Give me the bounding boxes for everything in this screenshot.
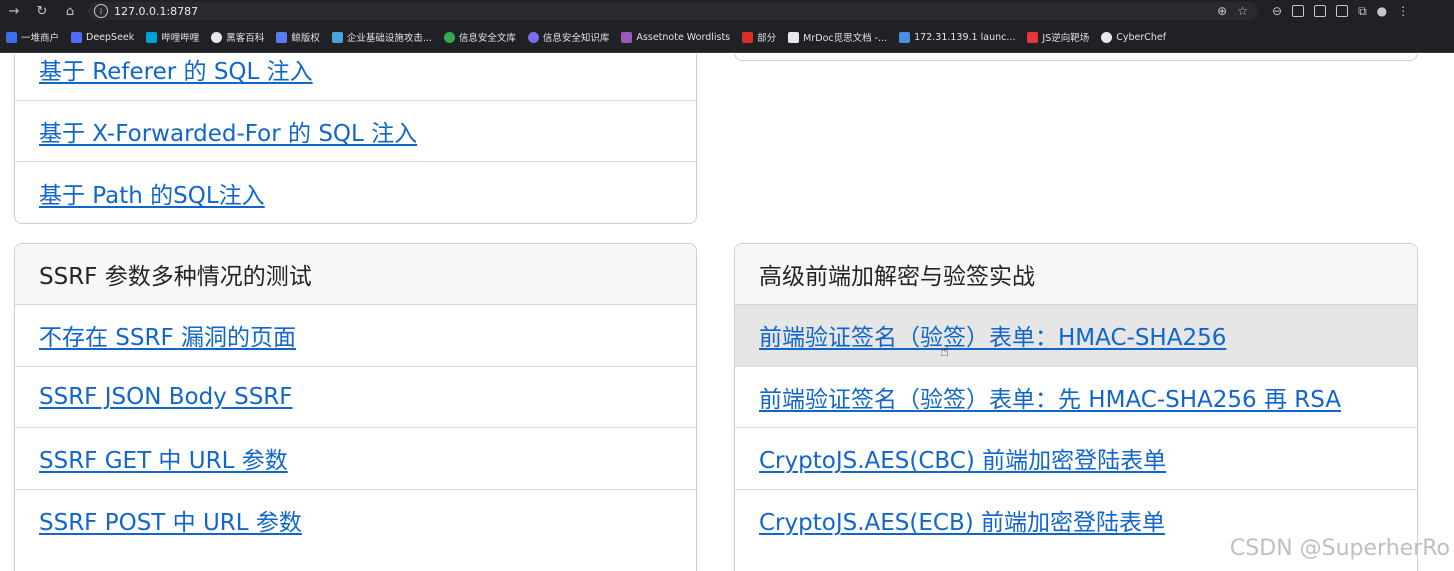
bookmark-favicon-icon bbox=[6, 31, 17, 43]
bookmark-item[interactable]: MrDoc觅思文档 -... bbox=[788, 30, 887, 44]
extension-square-icon[interactable] bbox=[1292, 5, 1305, 17]
list-item: 不存在 SSRF 漏洞的页面 bbox=[15, 305, 696, 367]
bookmarks-bar: 一堆商户 DeepSeek 哔哩哔哩 黑客百科 鲸版权 企业基础设施攻击... … bbox=[0, 22, 1454, 53]
bookmark-item[interactable]: 哔哩哔哩 bbox=[146, 30, 199, 44]
site-info-icon[interactable]: i bbox=[94, 4, 108, 18]
menu-icon[interactable]: ⋮ bbox=[1397, 4, 1409, 18]
extension-mask-icon[interactable] bbox=[1314, 5, 1327, 17]
list-item: SSRF GET 中 URL 参数 bbox=[15, 428, 696, 490]
bookmark-item[interactable]: DeepSeek bbox=[71, 31, 134, 43]
sql-injection-card: 基于 Referer 的 SQL 注入 基于 X-Forwarded-For 的… bbox=[14, 54, 697, 224]
extension-icon[interactable]: ⊖ bbox=[1272, 4, 1282, 18]
bookmark-item[interactable]: 企业基础设施攻击... bbox=[331, 30, 432, 44]
link-ssrf-post[interactable]: SSRF POST 中 URL 参数 bbox=[39, 503, 302, 537]
bookmark-favicon-icon bbox=[788, 31, 800, 43]
bookmark-item[interactable]: 黑客百科 bbox=[211, 30, 264, 44]
bookmark-favicon-icon bbox=[211, 31, 223, 43]
list-item: 基于 X-Forwarded-For 的 SQL 注入 bbox=[15, 101, 696, 162]
card-title: SSRF 参数多种情况的测试 bbox=[15, 244, 696, 305]
extensions-puzzle-icon[interactable]: ⧉ bbox=[1358, 4, 1367, 19]
profile-icon[interactable]: ● bbox=[1377, 4, 1387, 18]
bookmark-item[interactable]: 鲸版权 bbox=[276, 30, 320, 44]
bookmark-favicon-icon bbox=[742, 31, 754, 43]
link-xff-sqli[interactable]: 基于 X-Forwarded-For 的 SQL 注入 bbox=[39, 114, 417, 148]
page-content: 基于 Referer 的 SQL 注入 基于 X-Forwarded-For 的… bbox=[0, 54, 1454, 571]
link-aes-cbc[interactable]: CryptoJS.AES(CBC) 前端加密登陆表单 bbox=[759, 441, 1166, 475]
bookmark-favicon-icon bbox=[276, 31, 288, 43]
bookmark-favicon-icon bbox=[1101, 31, 1113, 43]
bookmark-item[interactable]: CyberChef bbox=[1101, 31, 1166, 43]
bookmark-item[interactable]: JS逆向靶场 bbox=[1027, 30, 1089, 44]
link-ssrf-get[interactable]: SSRF GET 中 URL 参数 bbox=[39, 441, 288, 475]
bookmark-favicon-icon bbox=[1027, 31, 1039, 43]
bookmark-item[interactable]: 一堆商户 bbox=[6, 30, 59, 44]
bookmark-item[interactable]: 信息安全知识库 bbox=[527, 30, 609, 44]
link-hmac-rsa[interactable]: 前端验证签名（验签）表单：先 HMAC-SHA256 再 RSA bbox=[759, 380, 1341, 414]
bookmark-favicon-icon bbox=[527, 31, 539, 43]
link-ssrf-json[interactable]: SSRF JSON Body SSRF bbox=[39, 384, 293, 410]
bookmark-favicon-icon bbox=[71, 31, 83, 43]
list-item: 前端验证签名（验签）表单：HMAC-SHA256 bbox=[735, 305, 1417, 367]
bookmark-favicon-icon bbox=[146, 31, 158, 43]
bookmark-favicon-icon bbox=[621, 31, 633, 43]
right-top-card bbox=[734, 54, 1418, 61]
list-item: 基于 Referer 的 SQL 注入 bbox=[15, 54, 696, 101]
link-aes-ecb[interactable]: CryptoJS.AES(ECB) 前端加密登陆表单 bbox=[759, 503, 1165, 537]
zoom-icon[interactable]: ⊕ bbox=[1217, 4, 1227, 18]
list-item: CryptoJS.AES(CBC) 前端加密登陆表单 bbox=[735, 428, 1417, 490]
list-item: SSRF POST 中 URL 参数 bbox=[15, 490, 696, 552]
bookmark-item[interactable]: Assetnote Wordlists bbox=[621, 31, 730, 43]
browser-toolbar: → ↻ ⌂ i 127.0.0.1:8787 ⊕ ☆ ⊖ ⧉ ● ⋮ bbox=[0, 0, 1454, 22]
list-item: SSRF JSON Body SSRF bbox=[15, 367, 696, 428]
url-text[interactable]: 127.0.0.1:8787 bbox=[114, 5, 1217, 18]
bookmark-favicon-icon bbox=[899, 31, 911, 43]
link-hmac-sha256[interactable]: 前端验证签名（验签）表单：HMAC-SHA256 bbox=[759, 318, 1226, 352]
link-referer-sqli[interactable]: 基于 Referer 的 SQL 注入 bbox=[39, 54, 313, 86]
bookmark-item[interactable]: 信息安全文库 bbox=[443, 30, 516, 44]
address-bar[interactable]: i 127.0.0.1:8787 ⊕ ☆ bbox=[88, 2, 1258, 20]
link-path-sqli[interactable]: 基于 Path 的SQL注入 bbox=[39, 176, 265, 210]
card-title: 高级前端加解密与验签实战 bbox=[735, 244, 1417, 305]
bookmark-favicon-icon bbox=[331, 31, 343, 43]
bookmark-star-icon[interactable]: ☆ bbox=[1237, 4, 1248, 18]
reload-icon[interactable]: ↻ bbox=[28, 0, 56, 22]
watermark: CSDN @SuperherRo bbox=[1229, 536, 1450, 561]
bookmark-favicon-icon bbox=[443, 31, 455, 43]
home-icon[interactable]: ⌂ bbox=[56, 0, 84, 22]
list-item: 基于 Path 的SQL注入 bbox=[15, 162, 696, 223]
bookmark-item[interactable]: 部分 bbox=[742, 30, 776, 44]
ssrf-card: SSRF 参数多种情况的测试 不存在 SSRF 漏洞的页面 SSRF JSON … bbox=[14, 243, 697, 571]
forward-icon[interactable]: → bbox=[0, 0, 28, 22]
bookmark-item[interactable]: 172.31.139.1 launc... bbox=[899, 31, 1015, 43]
extension-info-icon[interactable] bbox=[1336, 5, 1349, 17]
crypto-card: 高级前端加解密与验签实战 前端验证签名（验签）表单：HMAC-SHA256 前端… bbox=[734, 243, 1418, 571]
list-item: 前端验证签名（验签）表单：先 HMAC-SHA256 再 RSA bbox=[735, 367, 1417, 428]
link-no-ssrf[interactable]: 不存在 SSRF 漏洞的页面 bbox=[39, 318, 296, 352]
